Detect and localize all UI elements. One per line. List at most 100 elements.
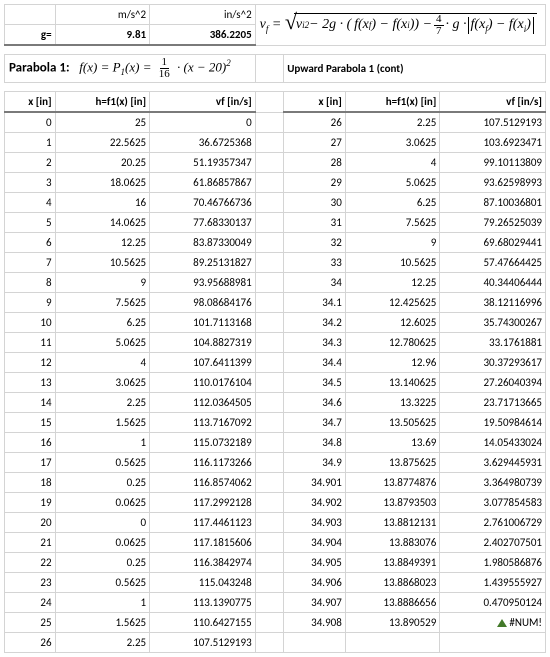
cell[interactable]: 116.1173266 [150, 453, 256, 473]
cell[interactable]: 69.68029441 [440, 233, 546, 253]
cell[interactable]: 11 [5, 333, 56, 353]
cell[interactable]: 51.19357347 [150, 153, 256, 173]
cell[interactable]: 13.8868023 [345, 573, 440, 593]
cell[interactable]: 17 [5, 453, 56, 473]
cell[interactable]: 4 [345, 153, 440, 173]
cell[interactable]: 113.1390775 [150, 593, 256, 613]
cell[interactable]: 5.0625 [345, 173, 440, 193]
cell[interactable]: 27.26040394 [440, 373, 546, 393]
cell[interactable]: 3.077854583 [440, 493, 546, 513]
cell[interactable]: 18 [5, 473, 56, 493]
cell[interactable]: 87.10036801 [440, 193, 546, 213]
cell[interactable]: 29 [284, 173, 346, 193]
cell[interactable]: 34.902 [284, 493, 346, 513]
cell[interactable]: 34.903 [284, 513, 346, 533]
cell[interactable]: 3 [5, 173, 56, 193]
error-cell[interactable]: #NUM! [440, 613, 546, 633]
cell[interactable]: 93.95688981 [150, 273, 256, 293]
cell[interactable]: 23 [5, 573, 56, 593]
cell[interactable]: 34.904 [284, 533, 346, 553]
g-ins2[interactable]: 386.2205 [150, 25, 256, 46]
cell[interactable]: 83.87330049 [150, 233, 256, 253]
cell[interactable]: 34.907 [284, 593, 346, 613]
cell[interactable]: 1 [55, 433, 150, 453]
parabola1-title[interactable]: Parabola 1: f(x) = P1(x) = 116 · (x − 20… [5, 55, 256, 83]
vf-formula[interactable]: vf = √ vi2 − 2g · ( f(xf) − f(xi)) − 47 … [255, 5, 545, 46]
cell[interactable]: 1 [5, 133, 56, 153]
cell[interactable]: 98.08684176 [150, 293, 256, 313]
cell[interactable]: 13.69 [345, 433, 440, 453]
cell[interactable]: 33 [284, 253, 346, 273]
cell[interactable]: 79.26525039 [440, 213, 546, 233]
cell[interactable]: 12.96 [345, 353, 440, 373]
cell[interactable]: 28 [284, 153, 346, 173]
cell[interactable]: 12.25 [55, 233, 150, 253]
cell[interactable]: 13.875625 [345, 453, 440, 473]
cell[interactable]: 2.402707501 [440, 533, 546, 553]
cell[interactable]: 1.439555927 [440, 573, 546, 593]
cell[interactable] [284, 633, 346, 653]
cell[interactable]: 104.8827319 [150, 333, 256, 353]
cell[interactable]: 25 [5, 613, 56, 633]
cell[interactable]: 117.4461123 [150, 513, 256, 533]
cell[interactable]: 2 [5, 153, 56, 173]
cell[interactable]: 101.7113168 [150, 313, 256, 333]
cell[interactable]: 12.780625 [345, 333, 440, 353]
cell[interactable]: 26 [5, 633, 56, 653]
cell[interactable] [345, 633, 440, 653]
cell[interactable]: 26 [284, 112, 346, 133]
cell[interactable]: 0.0625 [55, 493, 150, 513]
cell[interactable]: 34.4 [284, 353, 346, 373]
cell[interactable]: 33.1761881 [440, 333, 546, 353]
cell[interactable]: 14.05433024 [440, 433, 546, 453]
cell[interactable]: 6.25 [345, 193, 440, 213]
cell[interactable]: 34.905 [284, 553, 346, 573]
cell[interactable]: 1.980586876 [440, 553, 546, 573]
cell[interactable]: 12.25 [345, 273, 440, 293]
cell[interactable]: 12.425625 [345, 293, 440, 313]
cell[interactable]: 15 [5, 413, 56, 433]
cell[interactable]: 13 [5, 373, 56, 393]
cell[interactable]: 32 [284, 233, 346, 253]
cell[interactable]: 34 [284, 273, 346, 293]
cell[interactable]: 34.901 [284, 473, 346, 493]
cell[interactable]: 20 [5, 513, 56, 533]
cell[interactable]: 115.043248 [150, 573, 256, 593]
cell[interactable]: 9 [55, 273, 150, 293]
cell[interactable]: 18.0625 [55, 173, 150, 193]
cell[interactable]: 22 [5, 553, 56, 573]
col-x-right[interactable]: x [in] [284, 92, 346, 113]
cell[interactable]: 34.5 [284, 373, 346, 393]
cell[interactable]: 2.761006729 [440, 513, 546, 533]
cell[interactable]: 0.470950124 [440, 593, 546, 613]
cell[interactable]: 13.505625 [345, 413, 440, 433]
cell[interactable]: 3.0625 [55, 373, 150, 393]
cell[interactable]: 13.8774876 [345, 473, 440, 493]
cell[interactable]: 77.68330137 [150, 213, 256, 233]
cell[interactable]: 57.47664425 [440, 253, 546, 273]
cell[interactable]: 0 [55, 513, 150, 533]
cell[interactable]: 1.5625 [55, 613, 150, 633]
g-ms2[interactable]: 9.81 [55, 25, 150, 46]
cell[interactable]: 34.9 [284, 453, 346, 473]
col-h-right[interactable]: h=f1(x) [in] [345, 92, 440, 113]
cell[interactable]: 0.5625 [55, 453, 150, 473]
cell[interactable]: 13.8793503 [345, 493, 440, 513]
g-label[interactable]: g= [5, 25, 56, 46]
cell[interactable]: 0.0625 [55, 533, 150, 553]
cell[interactable]: 89.25131827 [150, 253, 256, 273]
cell[interactable]: 20.25 [55, 153, 150, 173]
cell[interactable]: 4 [5, 193, 56, 213]
cell[interactable]: 34.906 [284, 573, 346, 593]
col-x-left[interactable]: x [in] [5, 92, 56, 113]
cell[interactable]: 19.50984614 [440, 413, 546, 433]
cell[interactable]: 13.3225 [345, 393, 440, 413]
cell[interactable]: 99.10113809 [440, 153, 546, 173]
cell[interactable]: 34.908 [284, 613, 346, 633]
cell[interactable]: 34.7 [284, 413, 346, 433]
cell[interactable]: 110.0176104 [150, 373, 256, 393]
cell[interactable]: 5.0625 [55, 333, 150, 353]
cell[interactable]: 13.8849391 [345, 553, 440, 573]
col-vf-left[interactable]: vf [in/s] [150, 92, 256, 113]
cell[interactable]: 115.0732189 [150, 433, 256, 453]
